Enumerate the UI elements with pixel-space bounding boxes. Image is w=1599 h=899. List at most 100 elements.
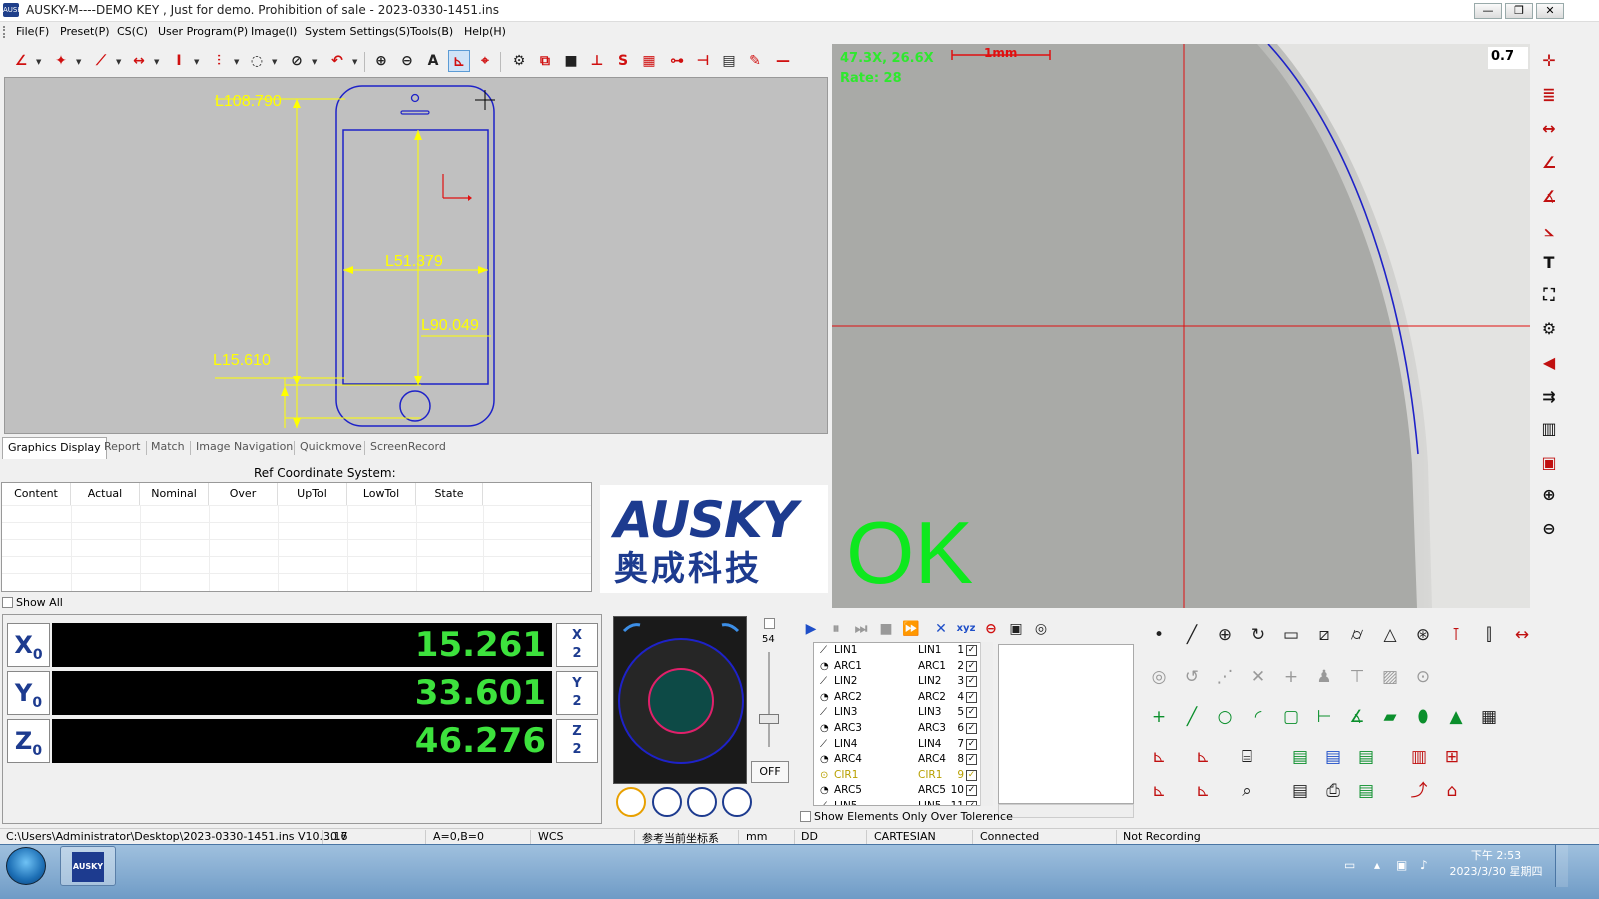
point-tool-icon[interactable]: ✦ <box>50 50 72 72</box>
distance-tool-icon[interactable]: ↔ <box>128 50 150 72</box>
construct-cylinder-icon[interactable]: ⬮ <box>1408 702 1438 732</box>
rectangle-feature-icon[interactable]: ▭ <box>1276 620 1306 650</box>
report-export-icon[interactable]: ▤ <box>1351 742 1381 772</box>
y-half-button[interactable]: Y2 <box>556 671 598 715</box>
program-row[interactable]: ⊙ CIR1 CIR1 9 ✓ <box>814 768 992 784</box>
program-row-checkbox[interactable]: ✓ <box>966 676 977 688</box>
stamp-icon[interactable]: ⊥ <box>586 50 608 72</box>
x-axis-label[interactable]: X0 <box>7 623 50 667</box>
coord-s-icon[interactable]: ⊾ <box>1144 776 1174 806</box>
settings-icon[interactable]: ⚙ <box>1536 316 1562 342</box>
barcode-icon[interactable]: ▥ <box>1536 416 1562 442</box>
text-icon[interactable]: T <box>1536 250 1562 276</box>
arrows-icon[interactable]: ⇉ <box>1536 384 1562 410</box>
line-tool-icon[interactable]: ⟋ <box>90 50 112 72</box>
edge-icon[interactable]: ⊣ <box>692 50 714 72</box>
construct-arc-icon[interactable]: ◜ <box>1243 702 1273 732</box>
fast-forward-icon[interactable]: ⏩ <box>900 618 922 640</box>
excel-export-icon[interactable]: ▤ <box>1285 742 1315 772</box>
tab-match[interactable]: Match <box>151 440 185 453</box>
menu-help[interactable]: Help(H) <box>464 25 506 38</box>
coord-line-icon[interactable]: ⊾ <box>1188 742 1218 772</box>
z-half-button[interactable]: Z2 <box>556 719 598 763</box>
angle-tool-icon[interactable]: ∠ <box>10 50 32 72</box>
tray-arrow-icon[interactable]: ▴ <box>1374 858 1380 872</box>
tab-quickmove[interactable]: Quickmove <box>300 440 362 453</box>
program-row-checkbox[interactable]: ✓ <box>966 660 977 672</box>
image-icon[interactable]: ▨ <box>1375 662 1405 692</box>
program-row[interactable]: ◔ ARC4 ARC4 8 ✓ <box>814 752 992 768</box>
no-entry-icon[interactable]: ⊖ <box>980 618 1002 640</box>
xyz-icon[interactable]: xyz <box>955 618 977 640</box>
show-desktop-button[interactable] <box>1555 845 1568 887</box>
program-row-checkbox[interactable]: ✓ <box>966 801 977 805</box>
program-row[interactable]: ⟋ LIN2 LIN2 3 ✓ <box>814 674 992 690</box>
multi-point-icon[interactable]: ⋰ <box>1210 662 1240 692</box>
vertical-distance-icon[interactable]: I <box>168 50 190 72</box>
sphere-feature-icon[interactable]: ⊛ <box>1408 620 1438 650</box>
diameter-tool-icon[interactable]: ⊘ <box>286 50 308 72</box>
dropdown-arrow-icon[interactable]: ▼ <box>36 58 41 66</box>
column-header-uptol[interactable]: UpTol <box>278 483 347 505</box>
fill-black-icon[interactable]: ■ <box>560 50 582 72</box>
construct-point-icon[interactable]: + <box>1144 702 1174 732</box>
settings-gear-icon[interactable]: ⚙ <box>508 50 530 72</box>
x-angle-icon[interactable]: ∠ <box>1536 150 1562 176</box>
coord-search-icon[interactable]: ⌕ <box>1232 776 1262 806</box>
cone-feature-icon[interactable]: △ <box>1375 620 1405 650</box>
program-row-checkbox[interactable]: ✓ <box>966 785 977 797</box>
menu-tools[interactable]: Tools(B) <box>410 25 453 38</box>
width-feature-icon[interactable]: ↔ <box>1507 620 1537 650</box>
angle-measure-icon[interactable]: ⦣ <box>1536 218 1562 244</box>
dropdown-arrow-icon[interactable]: ▼ <box>116 58 121 66</box>
stamp-icon[interactable]: ⊤ <box>1342 662 1372 692</box>
color-bars-icon[interactable]: ▥ <box>1404 742 1434 772</box>
y-axis-label[interactable]: Y0 <box>7 671 50 715</box>
dropdown-arrow-icon[interactable]: ▼ <box>76 58 81 66</box>
program-row[interactable]: ⟋ LIN3 LIN3 5 ✓ <box>814 705 992 721</box>
circle-tool-icon[interactable]: ◌ <box>246 50 268 72</box>
light-slider[interactable]: 54 <box>758 618 788 783</box>
show-elements-checkbox[interactable]: Show Elements Only Over Tolerence <box>800 810 1013 823</box>
network-icon[interactable]: ▣ <box>1396 858 1407 872</box>
target-icon[interactable]: ◎ <box>1030 618 1052 640</box>
dropdown-arrow-icon[interactable]: ▼ <box>352 58 357 66</box>
menu-file[interactable]: File(F) <box>16 25 49 38</box>
keyboard-icon[interactable]: ▭ <box>1344 858 1355 872</box>
program-row[interactable]: ◔ ARC5 ARC5 10 ✓ <box>814 783 992 799</box>
print-icon[interactable]: ⎙ <box>1318 776 1348 806</box>
calculator-icon[interactable]: ▦ <box>638 50 660 72</box>
program-row-checkbox[interactable]: ✓ <box>966 769 977 781</box>
results-table[interactable]: Content Actual Nominal Over UpTol LowTol… <box>1 482 592 592</box>
zoom-in-icon[interactable]: ⊕ <box>1536 482 1562 508</box>
coordinate-tool-icon[interactable]: ⊾ <box>448 50 470 72</box>
tab-image-navigation[interactable]: Image Navigation <box>196 440 293 453</box>
light-off-button[interactable]: OFF <box>751 761 789 783</box>
menu-image[interactable]: Image(I) <box>251 25 297 38</box>
axis-move-icon[interactable]: ⤴ <box>1404 776 1434 806</box>
dropdown-arrow-icon[interactable]: ▼ <box>194 58 199 66</box>
cylinder-feature-icon[interactable]: ⌭ <box>1342 620 1372 650</box>
program-row[interactable]: ◔ ARC1 ARC1 2 ✓ <box>814 659 992 675</box>
horizontal-measure-icon[interactable]: ↔ <box>1536 116 1562 142</box>
txt-export-icon[interactable]: ▤ <box>1285 776 1315 806</box>
restore-button[interactable]: ❐ <box>1505 3 1533 19</box>
probe-icon[interactable]: ♟ <box>1309 662 1339 692</box>
ring-light-button[interactable] <box>616 787 646 817</box>
z-axis-label[interactable]: Z0 <box>7 719 50 763</box>
dropdown-arrow-icon[interactable]: ▼ <box>234 58 239 66</box>
column-header-lowtol[interactable]: LowTol <box>347 483 416 505</box>
center-line-icon[interactable]: ⊶ <box>666 50 688 72</box>
program-row[interactable]: ⟋ LIN1 LIN1 1 ✓ <box>814 643 992 659</box>
construct-distance-icon[interactable]: ⊢ <box>1309 702 1339 732</box>
capture-icon[interactable]: ⧉ <box>534 50 556 72</box>
crosshair-tool-icon[interactable]: ⌖ <box>474 50 496 72</box>
column-header-over[interactable]: Over <box>209 483 278 505</box>
height-feature-icon[interactable]: ⫿ <box>1474 620 1504 650</box>
column-header-state[interactable]: State <box>416 483 483 505</box>
program-row-checkbox[interactable]: ✓ <box>966 738 977 750</box>
program-row[interactable]: ◔ ARC3 ARC3 6 ✓ <box>814 721 992 737</box>
column-header-actual[interactable]: Actual <box>71 483 140 505</box>
construct-angle-icon[interactable]: ∡ <box>1342 702 1372 732</box>
fullscreen-icon[interactable]: ⛶ <box>1536 282 1562 308</box>
